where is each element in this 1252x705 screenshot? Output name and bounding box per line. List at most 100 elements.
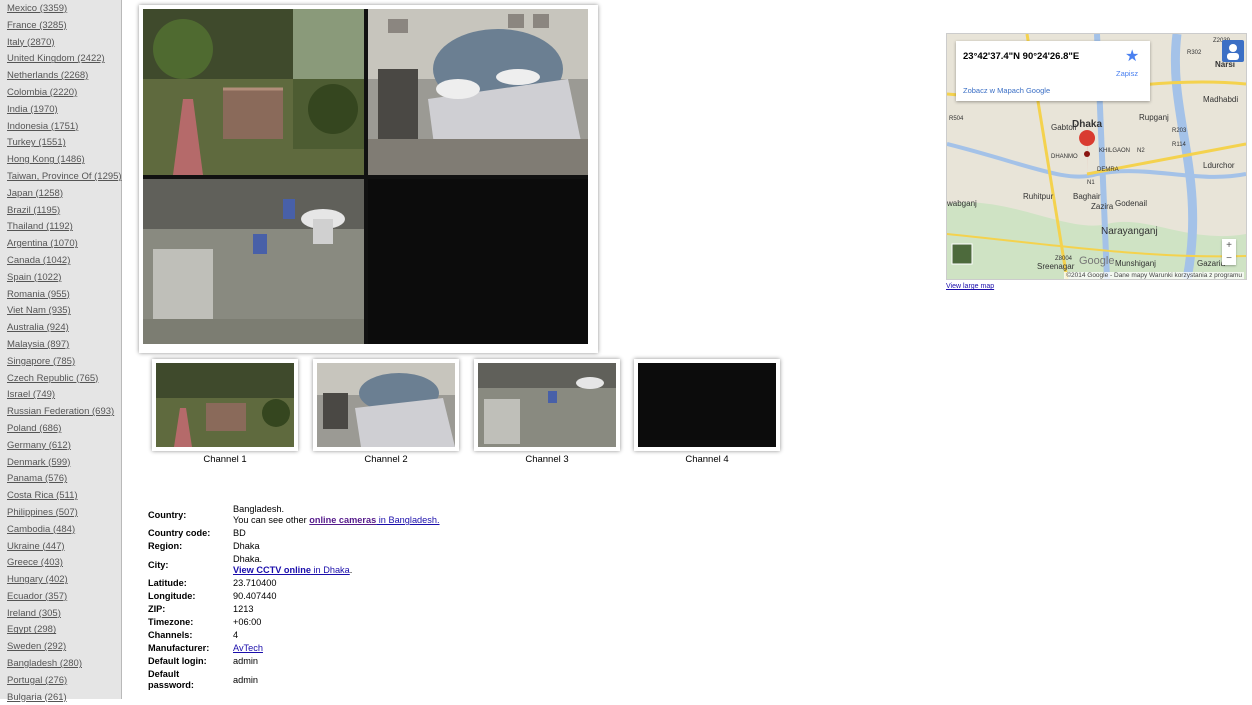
- country-list-item: Australia (924): [0, 319, 121, 336]
- country-link[interactable]: Romania (955): [7, 289, 70, 300]
- info-row-password: Default password: admin: [145, 668, 443, 692]
- country-link[interactable]: Germany (612): [7, 440, 71, 451]
- camera-info-table: Country: Bangladesh. You can see other o…: [145, 503, 443, 692]
- country-list-item: Indonesia (1751): [0, 118, 121, 135]
- channel-2-label: Channel 2: [364, 454, 408, 465]
- save-place-link[interactable]: Zapisz: [1116, 69, 1138, 78]
- save-star-icon[interactable]: ★: [1125, 46, 1139, 66]
- country-link[interactable]: Poland (686): [7, 423, 61, 434]
- main-camera-view[interactable]: [139, 5, 598, 353]
- country-list-item: Turkey (1551): [0, 134, 121, 151]
- channel-1-preview: [156, 363, 294, 447]
- google-logo: Google: [1079, 255, 1114, 267]
- map-label-ldurchor: Ldurchor: [1203, 161, 1235, 170]
- country-link[interactable]: Costa Rica (511): [7, 490, 78, 501]
- country-link[interactable]: Malaysia (897): [7, 339, 69, 350]
- country-link[interactable]: Ukraine (447): [7, 541, 65, 552]
- country-link[interactable]: India (1970): [7, 104, 58, 115]
- map-label-sreenagar: Sreenagar: [1037, 262, 1075, 271]
- country-link[interactable]: Ireland (305): [7, 608, 61, 619]
- city-label: City:: [148, 559, 169, 570]
- map-zoom-control: + −: [1222, 239, 1236, 265]
- embedded-map[interactable]: Dhaka Gabtoli DHANMO KHILGAON DEMRA Rupg…: [946, 33, 1247, 280]
- view-large-map-link[interactable]: View large map: [946, 283, 994, 290]
- country-list: Mexico (3359) France (3285) Italy (2870) Un…: [0, 0, 122, 705]
- view-cctv-link[interactable]: View CCTV online: [233, 565, 311, 575]
- camera-feed-sitting-room: [143, 179, 364, 344]
- country-link[interactable]: Australia (924): [7, 322, 69, 333]
- manufacturer-link[interactable]: AvTech: [233, 643, 263, 653]
- online-cameras-link[interactable]: online cameras: [309, 515, 376, 525]
- country-list-item: Sweden (292): [0, 638, 121, 655]
- info-row-country-code: Country code: BD: [145, 527, 443, 540]
- country-link[interactable]: United Kingdom (2422): [7, 53, 105, 64]
- country-code-value: BD: [233, 528, 246, 538]
- country-code-label: Country code:: [148, 528, 211, 538]
- channel-4-preview: [638, 363, 776, 447]
- timezone-label: Timezone:: [148, 617, 194, 627]
- info-row-region: Region: Dhaka: [145, 540, 443, 553]
- country-link[interactable]: Philippines (507): [7, 507, 78, 518]
- country-link[interactable]: Turkey (1551): [7, 137, 66, 148]
- country-link[interactable]: Sweden (292): [7, 641, 66, 652]
- country-link[interactable]: Czech Republic (765): [7, 373, 98, 384]
- country-link[interactable]: Bangladesh (280): [7, 658, 82, 669]
- country-link[interactable]: Argentina (1070): [7, 238, 78, 249]
- country-list-item: Brazil (1195): [0, 202, 121, 219]
- country-note-prefix: You can see other: [233, 515, 310, 525]
- country-link[interactable]: Mexico (3359): [7, 3, 67, 14]
- password-value: admin: [233, 674, 259, 685]
- country-list-item: Canada (1042): [0, 252, 121, 269]
- country-list-item: Germany (612): [0, 437, 121, 454]
- country-link[interactable]: Ecuador (357): [7, 591, 67, 602]
- channel-2-thumbnail[interactable]: Channel 2: [313, 359, 459, 465]
- country-link[interactable]: Singapore (785): [7, 356, 75, 367]
- country-link[interactable]: Taiwan, Province Of (1295): [7, 171, 122, 182]
- channel-1-thumbnail[interactable]: Channel 1: [152, 359, 298, 465]
- country-link[interactable]: Greece (403): [7, 557, 63, 568]
- country-link[interactable]: France (3285): [7, 20, 67, 31]
- country-link[interactable]: Panama (576): [7, 473, 67, 484]
- view-in-google-maps-link[interactable]: Zobacz w Mapach Google: [963, 86, 1050, 95]
- zoom-in-button[interactable]: +: [1222, 239, 1236, 252]
- channel-3-thumbnail[interactable]: Channel 3: [474, 359, 620, 465]
- in-country-link[interactable]: in Bangladesh.: [376, 515, 440, 525]
- channels-value: 4: [233, 630, 239, 640]
- info-row-channels: Channels: 4: [145, 629, 443, 642]
- country-list-item: Argentina (1070): [0, 235, 121, 252]
- country-link[interactable]: Russian Federation (693): [7, 406, 114, 417]
- map-label-rupganj: Rupganj: [1139, 113, 1169, 122]
- country-link[interactable]: Israel (749): [7, 389, 55, 400]
- country-link[interactable]: Brazil (1195): [7, 205, 60, 216]
- country-link[interactable]: Canada (1042): [7, 255, 70, 266]
- country-link[interactable]: Thailand (1192): [7, 221, 73, 232]
- satellite-toggle-icon[interactable]: [951, 243, 973, 265]
- country-link[interactable]: Hungary (402): [7, 574, 68, 585]
- country-link[interactable]: Hong Kong (1486): [7, 154, 85, 165]
- country-link[interactable]: Cambodia (484): [7, 524, 75, 535]
- country-link[interactable]: Spain (1022): [7, 272, 61, 283]
- channel-4-thumbnail[interactable]: Channel 4: [634, 359, 780, 465]
- camera-feed-garden: [143, 9, 364, 175]
- info-row-city: City: Dhaka. View CCTV online in Dhaka.: [145, 553, 443, 577]
- country-link[interactable]: Viet Nam (935): [7, 305, 71, 316]
- map-label-r114: R114: [1172, 142, 1187, 148]
- country-link[interactable]: Egypt (298): [7, 624, 56, 635]
- city-value-cell: Dhaka. View CCTV online in Dhaka.: [233, 554, 353, 575]
- country-link[interactable]: Colombia (2220): [7, 87, 77, 98]
- in-city-link[interactable]: in Dhaka: [311, 565, 349, 575]
- channel-3-preview: [478, 363, 616, 447]
- country-link[interactable]: Denmark (599): [7, 457, 70, 468]
- login-value: admin: [233, 656, 259, 666]
- country-link[interactable]: Portugal (276): [7, 675, 67, 686]
- country-link[interactable]: Japan (1258): [7, 188, 63, 199]
- country-link[interactable]: Italy (2870): [7, 37, 55, 48]
- country-list-item: France (3285): [0, 17, 121, 34]
- zoom-out-button[interactable]: −: [1222, 252, 1236, 265]
- map-label-ruhitpur: Ruhitpur: [1023, 192, 1054, 201]
- country-link[interactable]: Netherlands (2268): [7, 70, 88, 81]
- pegman-icon[interactable]: [1222, 40, 1244, 62]
- country-link[interactable]: Bulgaria (261): [7, 692, 67, 703]
- country-list-item: Philippines (507): [0, 504, 121, 521]
- country-link[interactable]: Indonesia (1751): [7, 121, 78, 132]
